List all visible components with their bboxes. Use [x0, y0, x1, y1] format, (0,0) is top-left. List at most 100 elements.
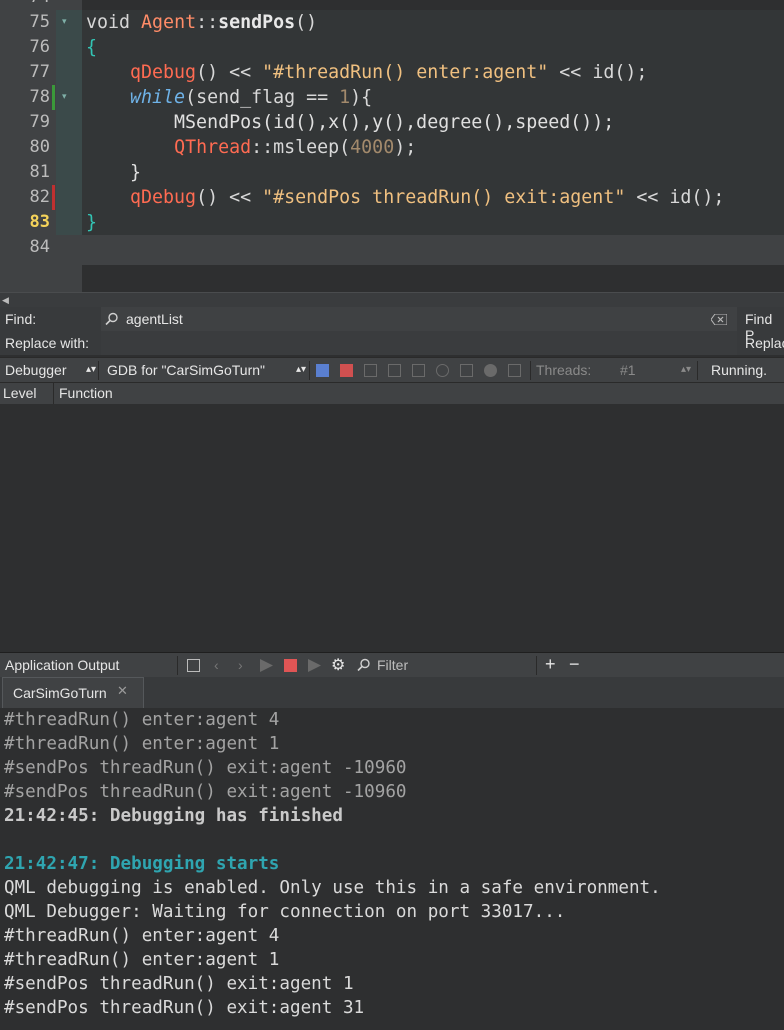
class-name: Agent	[141, 12, 197, 33]
fold-arrow-icon[interactable]: ▾	[62, 92, 72, 102]
code-tail: ){	[350, 87, 373, 108]
output-line-debug-finished: 21:42:45: Debugging has finished	[4, 806, 343, 826]
function-name: sendPos	[218, 12, 296, 33]
condition: (send_flag ==	[185, 87, 340, 108]
chevron-updown-icon: ▴▾	[86, 364, 97, 375]
replace-button[interactable]: Replac	[745, 335, 784, 351]
output-line: #threadRun() enter:agent 4	[4, 926, 280, 946]
line-number: 81	[29, 162, 50, 182]
separator	[536, 656, 537, 675]
code-line-80: QThread::msleep(4000);	[86, 135, 416, 160]
separator	[697, 361, 698, 380]
clear-output-icon[interactable]	[187, 659, 200, 672]
plus-icon[interactable]: +	[545, 654, 556, 675]
line-number: 79	[29, 112, 50, 132]
chevron-updown-icon: ▴▾	[681, 364, 692, 375]
class-name: QThread	[174, 137, 252, 158]
qdebug-call: qDebug	[130, 62, 197, 83]
fold-arrow-icon[interactable]: ▾	[62, 17, 72, 27]
instruction-mode-icon[interactable]	[460, 364, 473, 377]
search-icon	[105, 312, 118, 326]
brace: {	[86, 37, 98, 58]
find-input-value: agentList	[126, 311, 183, 327]
replace-input[interactable]	[101, 331, 737, 355]
code-line-77: qDebug() << "#threadRun() enter:agent" <…	[86, 60, 647, 85]
output-pane-toolbar: Application Output ‹ › ⚙ Filter + −	[0, 652, 784, 678]
previous-item-icon[interactable]: ‹	[214, 657, 219, 673]
attach-debugger-icon[interactable]	[308, 659, 321, 672]
next-item-icon[interactable]: ›	[238, 657, 243, 673]
output-line: #sendPos threadRun() exit:agent 1	[4, 974, 354, 994]
line-number: 78	[29, 87, 50, 107]
column-header-level[interactable]: Level	[3, 385, 36, 401]
while-keyword: while	[130, 87, 186, 108]
step-over-icon[interactable]	[364, 364, 377, 377]
output-line: #threadRun() enter:agent 4	[4, 710, 280, 730]
breakpoint-icon[interactable]	[484, 364, 497, 377]
column-header-function[interactable]: Function	[59, 385, 113, 401]
replace-label: Replace with:	[5, 335, 90, 351]
horizontal-scrollbar[interactable]: ◀	[0, 292, 784, 307]
line-number: 82	[29, 187, 50, 207]
stop-icon[interactable]	[284, 659, 297, 672]
line-number: 74	[0, 0, 50, 10]
step-out-icon[interactable]	[412, 364, 425, 377]
snapshot-icon[interactable]	[508, 364, 521, 377]
change-marker-modified	[52, 185, 55, 210]
code-line-78: while(send_flag == 1){	[86, 85, 372, 110]
tab-label: CarSimGoTurn	[13, 685, 107, 701]
find-input[interactable]: agentList	[101, 307, 737, 331]
keyword: void	[86, 12, 131, 33]
close-icon[interactable]: ✕	[117, 683, 128, 699]
fold-region	[56, 10, 82, 235]
output-line: #sendPos threadRun() exit:agent 31	[4, 998, 365, 1018]
output-line: QML Debugger: Waiting for connection on …	[4, 902, 566, 922]
code-tail: << id();	[548, 62, 648, 83]
clear-icon[interactable]	[711, 314, 727, 325]
code-line-79: MSendPos(id(),x(),y(),degree(),speed());	[86, 112, 615, 133]
change-marker-added	[52, 85, 55, 110]
stack-table-header: Level Function	[0, 382, 784, 405]
line-number: 80	[29, 137, 50, 157]
thread-select[interactable]: #1	[620, 362, 636, 378]
output-filter-input[interactable]: Filter	[377, 657, 408, 673]
code-editor[interactable]: 74 75 76 77 78 79 80 81 82 83 84 ▾ ▾ voi…	[0, 0, 784, 292]
code-tail: );	[394, 137, 417, 158]
number-literal: 4000	[350, 137, 395, 158]
rerun-icon[interactable]	[260, 659, 273, 672]
stop-debugger-icon[interactable]	[340, 364, 353, 377]
operator: () <<	[196, 187, 263, 208]
search-icon	[357, 658, 370, 672]
code-line-82: qDebug() << "#sendPos threadRun() exit:a…	[86, 185, 724, 210]
paren: ()	[295, 12, 318, 33]
tab-carsimgoturn[interactable]: CarSimGoTurn ✕	[2, 677, 144, 708]
separator	[53, 383, 54, 404]
output-pane-title: Application Output	[5, 657, 120, 673]
separator	[177, 656, 178, 675]
separator	[309, 361, 310, 380]
output-line-debug-starts: 21:42:47: Debugging starts	[4, 854, 280, 874]
output-line: #sendPos threadRun() exit:agent -10960	[4, 782, 407, 802]
step-into-icon[interactable]	[388, 364, 401, 377]
debugger-view-select[interactable]: Debugger	[5, 362, 67, 378]
settings-icon[interactable]: ⚙	[331, 655, 345, 675]
debug-engine-select[interactable]: GDB for "CarSimGoTurn"	[107, 362, 265, 378]
line-number: 84	[29, 237, 50, 257]
brace: }	[86, 212, 98, 233]
application-output[interactable]: #threadRun() enter:agent 4 #threadRun() …	[0, 708, 784, 1030]
number-literal: 1	[339, 87, 351, 108]
qdebug-call: qDebug	[130, 187, 197, 208]
scroll-left-icon[interactable]: ◀	[2, 293, 9, 307]
minus-icon[interactable]: −	[569, 654, 580, 675]
restart-icon[interactable]	[436, 364, 449, 377]
operator: () <<	[196, 62, 263, 83]
chevron-updown-icon: ▴▾	[296, 364, 307, 375]
line-number: 75	[29, 12, 50, 32]
output-line: #threadRun() enter:agent 1	[4, 734, 280, 754]
threads-label: Threads:	[536, 362, 592, 378]
code-line-81: }	[86, 162, 142, 183]
interrupt-icon[interactable]	[316, 364, 329, 377]
